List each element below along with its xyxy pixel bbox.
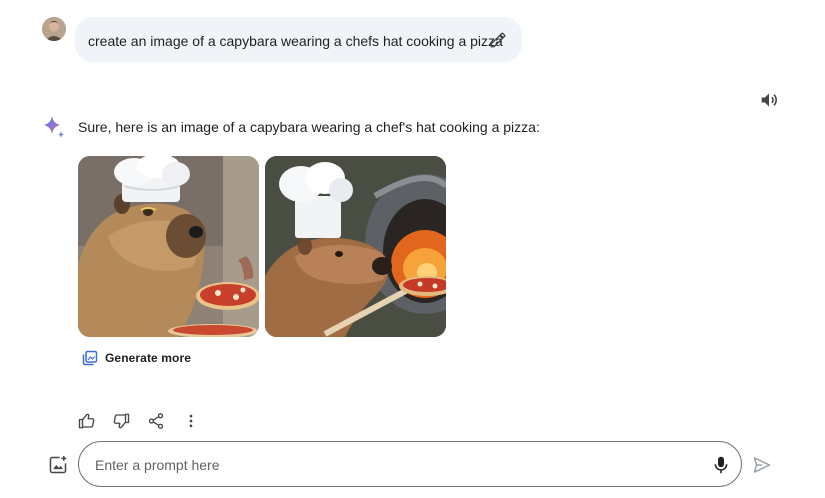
response-text: Sure, here is an image of a capybara wea… xyxy=(78,119,540,135)
add-image-icon[interactable] xyxy=(48,455,68,475)
send-icon[interactable] xyxy=(752,455,772,475)
generate-more-label: Generate more xyxy=(105,351,192,365)
image-stack-icon xyxy=(82,350,98,366)
prompt-input[interactable] xyxy=(95,454,655,476)
speaker-icon[interactable] xyxy=(759,91,779,109)
more-vert-icon[interactable] xyxy=(180,410,202,432)
share-icon[interactable] xyxy=(145,410,167,432)
thumbs-up-icon[interactable] xyxy=(76,410,98,432)
sparkle-icon xyxy=(41,114,67,140)
pencil-icon[interactable] xyxy=(489,31,507,49)
thumbs-down-icon[interactable] xyxy=(110,410,132,432)
capybara-chef-image-2[interactable] xyxy=(265,156,446,337)
generate-more-button[interactable]: Generate more xyxy=(82,348,191,368)
microphone-icon[interactable] xyxy=(712,455,730,475)
user-avatar xyxy=(42,17,66,41)
prompt-box xyxy=(78,441,742,487)
user-message-text: create an image of a capybara wearing a … xyxy=(88,33,503,49)
capybara-chef-image-1[interactable] xyxy=(78,156,259,337)
